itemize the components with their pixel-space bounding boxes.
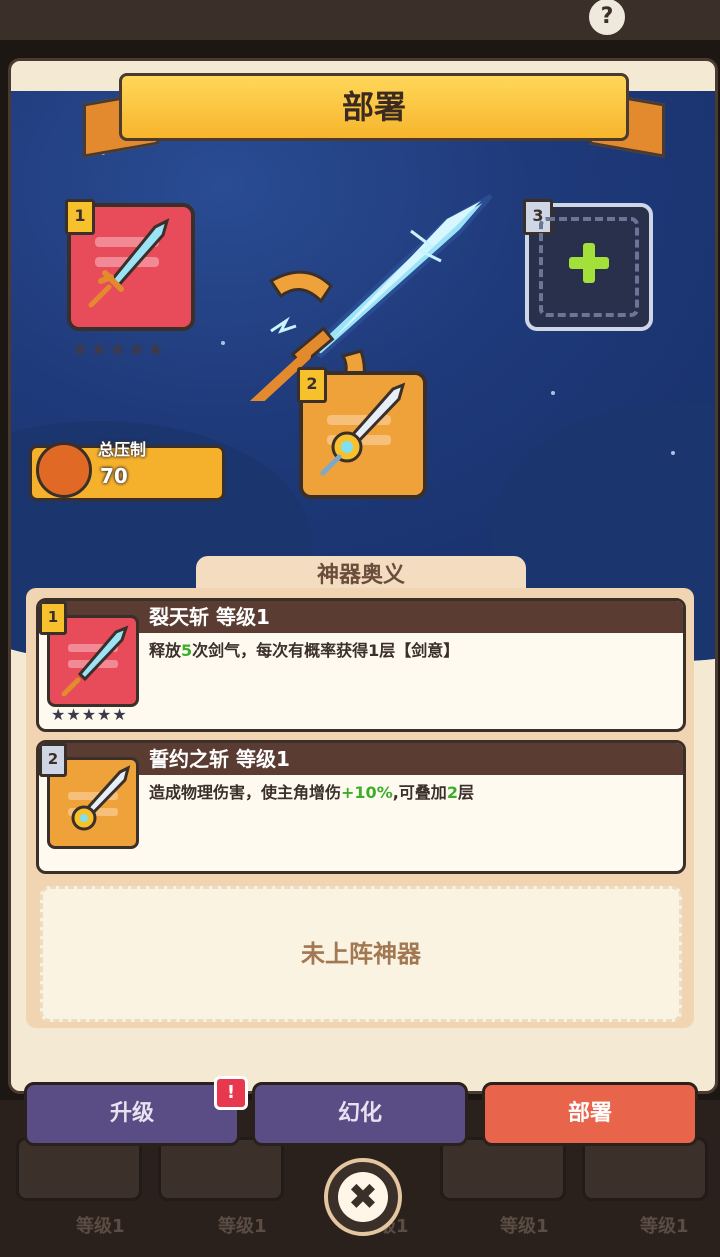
fire-icon	[36, 442, 92, 498]
slot-number: 2	[297, 367, 327, 403]
total-power-badge: 总压制 70	[29, 440, 225, 501]
artifact-stars: ★★★★★	[51, 705, 128, 724]
featured-sword-icon	[249, 194, 493, 401]
star	[671, 451, 675, 455]
deploy-slot-1[interactable]: 1	[65, 199, 195, 331]
deploy-slot-3[interactable]: 3	[523, 199, 653, 331]
artifact-description: 释放5次剑气，每次有概率获得1层【剑意】	[149, 641, 460, 660]
artifact-number: 1	[39, 601, 67, 635]
inventory-level-label: 等级1	[640, 1216, 689, 1237]
tab-deploy[interactable]: 部署	[482, 1082, 698, 1146]
deploy-slot-2[interactable]: 2	[297, 367, 427, 499]
empty-artifact-slot[interactable]: 未上阵神器	[40, 886, 682, 1022]
close-button[interactable]: ✖	[324, 1158, 402, 1236]
artifact-card-1[interactable]: 裂天斩 等级1 释放5次剑气，每次有概率获得1层【剑意】 1 ★★★★★	[36, 598, 686, 732]
tab-transform[interactable]: 幻化	[252, 1082, 468, 1146]
inventory-level-label: 等级1	[76, 1216, 125, 1237]
bottom-tab-bar: 升级 幻化 部署	[20, 1082, 710, 1148]
add-icon	[569, 243, 609, 283]
artifact-section-title: 神器奥义	[196, 556, 526, 592]
star	[551, 391, 555, 395]
inventory-level-label: 等级1	[218, 1216, 267, 1237]
artifact-number: 2	[39, 743, 67, 777]
tab-upgrade[interactable]: 升级	[24, 1082, 240, 1146]
title-ribbon: 部署	[83, 67, 665, 158]
total-power-label: 总压制	[98, 440, 147, 459]
slot-stars: ★★★★★	[71, 337, 166, 361]
artifact-title: 裂天斩 等级1	[149, 605, 270, 629]
page-title: 部署	[119, 73, 629, 141]
inventory-level-label: 等级1	[500, 1216, 549, 1237]
total-power-value: 70	[100, 464, 128, 488]
artifact-title: 誓约之斩 等级1	[149, 747, 290, 771]
artifact-description: 造成物理伤害，使主角增伤+10%,可叠加2层	[149, 783, 474, 802]
notification-badge: !	[214, 1076, 248, 1110]
close-icon: ✖	[338, 1172, 388, 1222]
artifact-card-2[interactable]: 誓约之斩 等级1 造成物理伤害，使主角增伤+10%,可叠加2层 2	[36, 740, 686, 874]
slot-number: 1	[65, 199, 95, 235]
